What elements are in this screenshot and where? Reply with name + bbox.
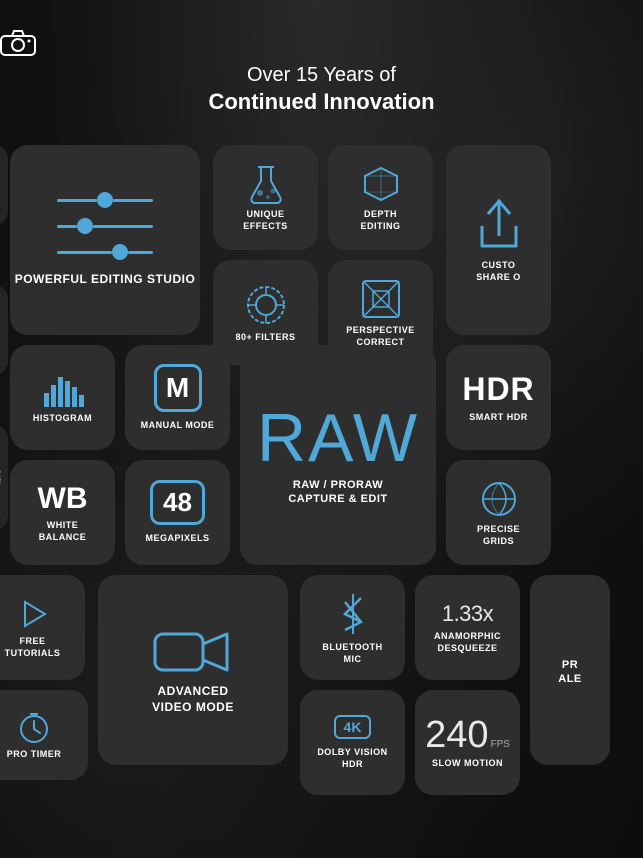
tile-depth-editing[interactable]: DEPTHEDITING xyxy=(328,145,433,250)
filters-label: 80+ FILTERS xyxy=(235,332,295,344)
wb-letters: WB xyxy=(38,482,88,516)
tile-advanced-video[interactable]: ADVANCEDVIDEO MODE xyxy=(98,575,288,765)
dolby-label: DOLBY VISIONHDR xyxy=(317,747,387,770)
bluetooth-label: BLUETOOTHMIC xyxy=(322,642,382,665)
tile-shake-partial: SHAKE xyxy=(0,285,8,375)
tile-ter-partial: TER xyxy=(0,145,8,225)
unique-effects-label: UNIQUEEFFECTS xyxy=(243,209,288,232)
sliders-icon xyxy=(57,192,153,268)
megapixels-box: 48 xyxy=(150,480,205,525)
anamorphic-number: 1.33x xyxy=(442,601,493,627)
raw-label: RAW / PRORAWCAPTURE & EDIT xyxy=(288,478,387,507)
video-mode-label: ADVANCEDVIDEO MODE xyxy=(152,684,234,715)
hdr-label: SMART HDR xyxy=(469,412,528,424)
depth-editing-label: DEPTHEDITING xyxy=(360,209,400,232)
tile-manual-mode[interactable]: M MANUAL MODE xyxy=(125,345,230,450)
megapixels-label: MEGAPIXELS xyxy=(145,533,209,545)
manual-m-box: M xyxy=(154,364,202,412)
tutorials-label: FREETUTORIALS xyxy=(5,636,61,659)
tile-precise-grids[interactable]: PRECISEGRIDS xyxy=(446,460,551,565)
tile-hdr[interactable]: HDR SMART HDR xyxy=(446,345,551,450)
camera-icon xyxy=(0,28,643,56)
fps-label: FPS xyxy=(490,739,509,750)
tile-slow-motion[interactable]: 240 FPS SLOW MOTION xyxy=(415,690,520,795)
tile-megapixels[interactable]: 48 MEGAPIXELS xyxy=(125,460,230,565)
tile-dolby-vision[interactable]: 4K DOLBY VISIONHDR xyxy=(300,690,405,795)
wb-label: WHITEBALANCE xyxy=(39,520,87,543)
tile-histogram[interactable]: HISTOGRAM xyxy=(10,345,115,450)
tile-anamorphic[interactable]: 1.33x ANAMORPHICDESQUEEZE xyxy=(415,575,520,680)
tile-custom-share[interactable]: CUSTOSHARE O xyxy=(446,145,551,335)
perspective-icon xyxy=(359,277,403,321)
header: Over 15 Years of Continued Innovation xyxy=(0,28,643,117)
editing-studio-label: POWERFUL EDITING STUDIO xyxy=(15,272,196,288)
manual-m-letter: M xyxy=(166,372,189,404)
tile-white-balance[interactable]: WB WHITEBALANCE xyxy=(10,460,115,565)
hdr-text: HDR xyxy=(462,371,534,408)
bluetooth-icon xyxy=(337,590,369,638)
tile-data-partial: DATAR xyxy=(0,425,8,530)
cube-icon xyxy=(360,163,402,205)
grids-icon xyxy=(478,478,520,520)
megapixels-number: 48 xyxy=(163,487,192,517)
tile-bluetooth-mic[interactable]: BLUETOOTHMIC xyxy=(300,575,405,680)
play-icon xyxy=(15,596,51,632)
filters-icon xyxy=(243,282,289,328)
share-icon xyxy=(474,196,524,256)
raw-text: RAW xyxy=(257,404,419,472)
grids-label: PRECISEGRIDS xyxy=(477,524,520,547)
tile-pro-alert[interactable]: PRALE xyxy=(530,575,610,765)
tile-tutorials[interactable]: FREETUTORIALS xyxy=(0,575,85,680)
slowmo-number: 240 xyxy=(425,716,488,754)
slowmo-label: SLOW MOTION xyxy=(432,758,503,770)
feature-grid: TER SHAKE DATAR xyxy=(0,145,643,858)
share-label: CUSTOSHARE O xyxy=(476,260,521,283)
video-camera-icon xyxy=(153,624,233,680)
histogram-label: HISTOGRAM xyxy=(33,413,92,425)
tile-unique-effects[interactable]: UNIQUEEFFECTS xyxy=(213,145,318,250)
tile-raw-capture[interactable]: RAW RAW / PRORAWCAPTURE & EDIT xyxy=(240,345,436,565)
slowmo-number-container: 240 FPS xyxy=(425,716,510,754)
histogram-icon xyxy=(41,371,85,409)
beaker-icon xyxy=(246,163,286,205)
protimer-label: PRO TIMER xyxy=(7,749,62,761)
manual-mode-label: MANUAL MODE xyxy=(141,420,215,432)
anamorphic-label: ANAMORPHICDESQUEEZE xyxy=(434,631,501,654)
header-subtitle: Over 15 Years of xyxy=(0,62,643,88)
header-title: Continued Innovation xyxy=(0,88,643,117)
timer-icon xyxy=(16,709,52,745)
tile-editing-studio[interactable]: POWERFUL EDITING STUDIO xyxy=(10,145,200,335)
proalert-label: PRALE xyxy=(558,658,582,687)
dolby-4k-badge: 4K xyxy=(334,715,372,739)
tile-pro-timer[interactable]: PRO TIMER xyxy=(0,690,88,780)
